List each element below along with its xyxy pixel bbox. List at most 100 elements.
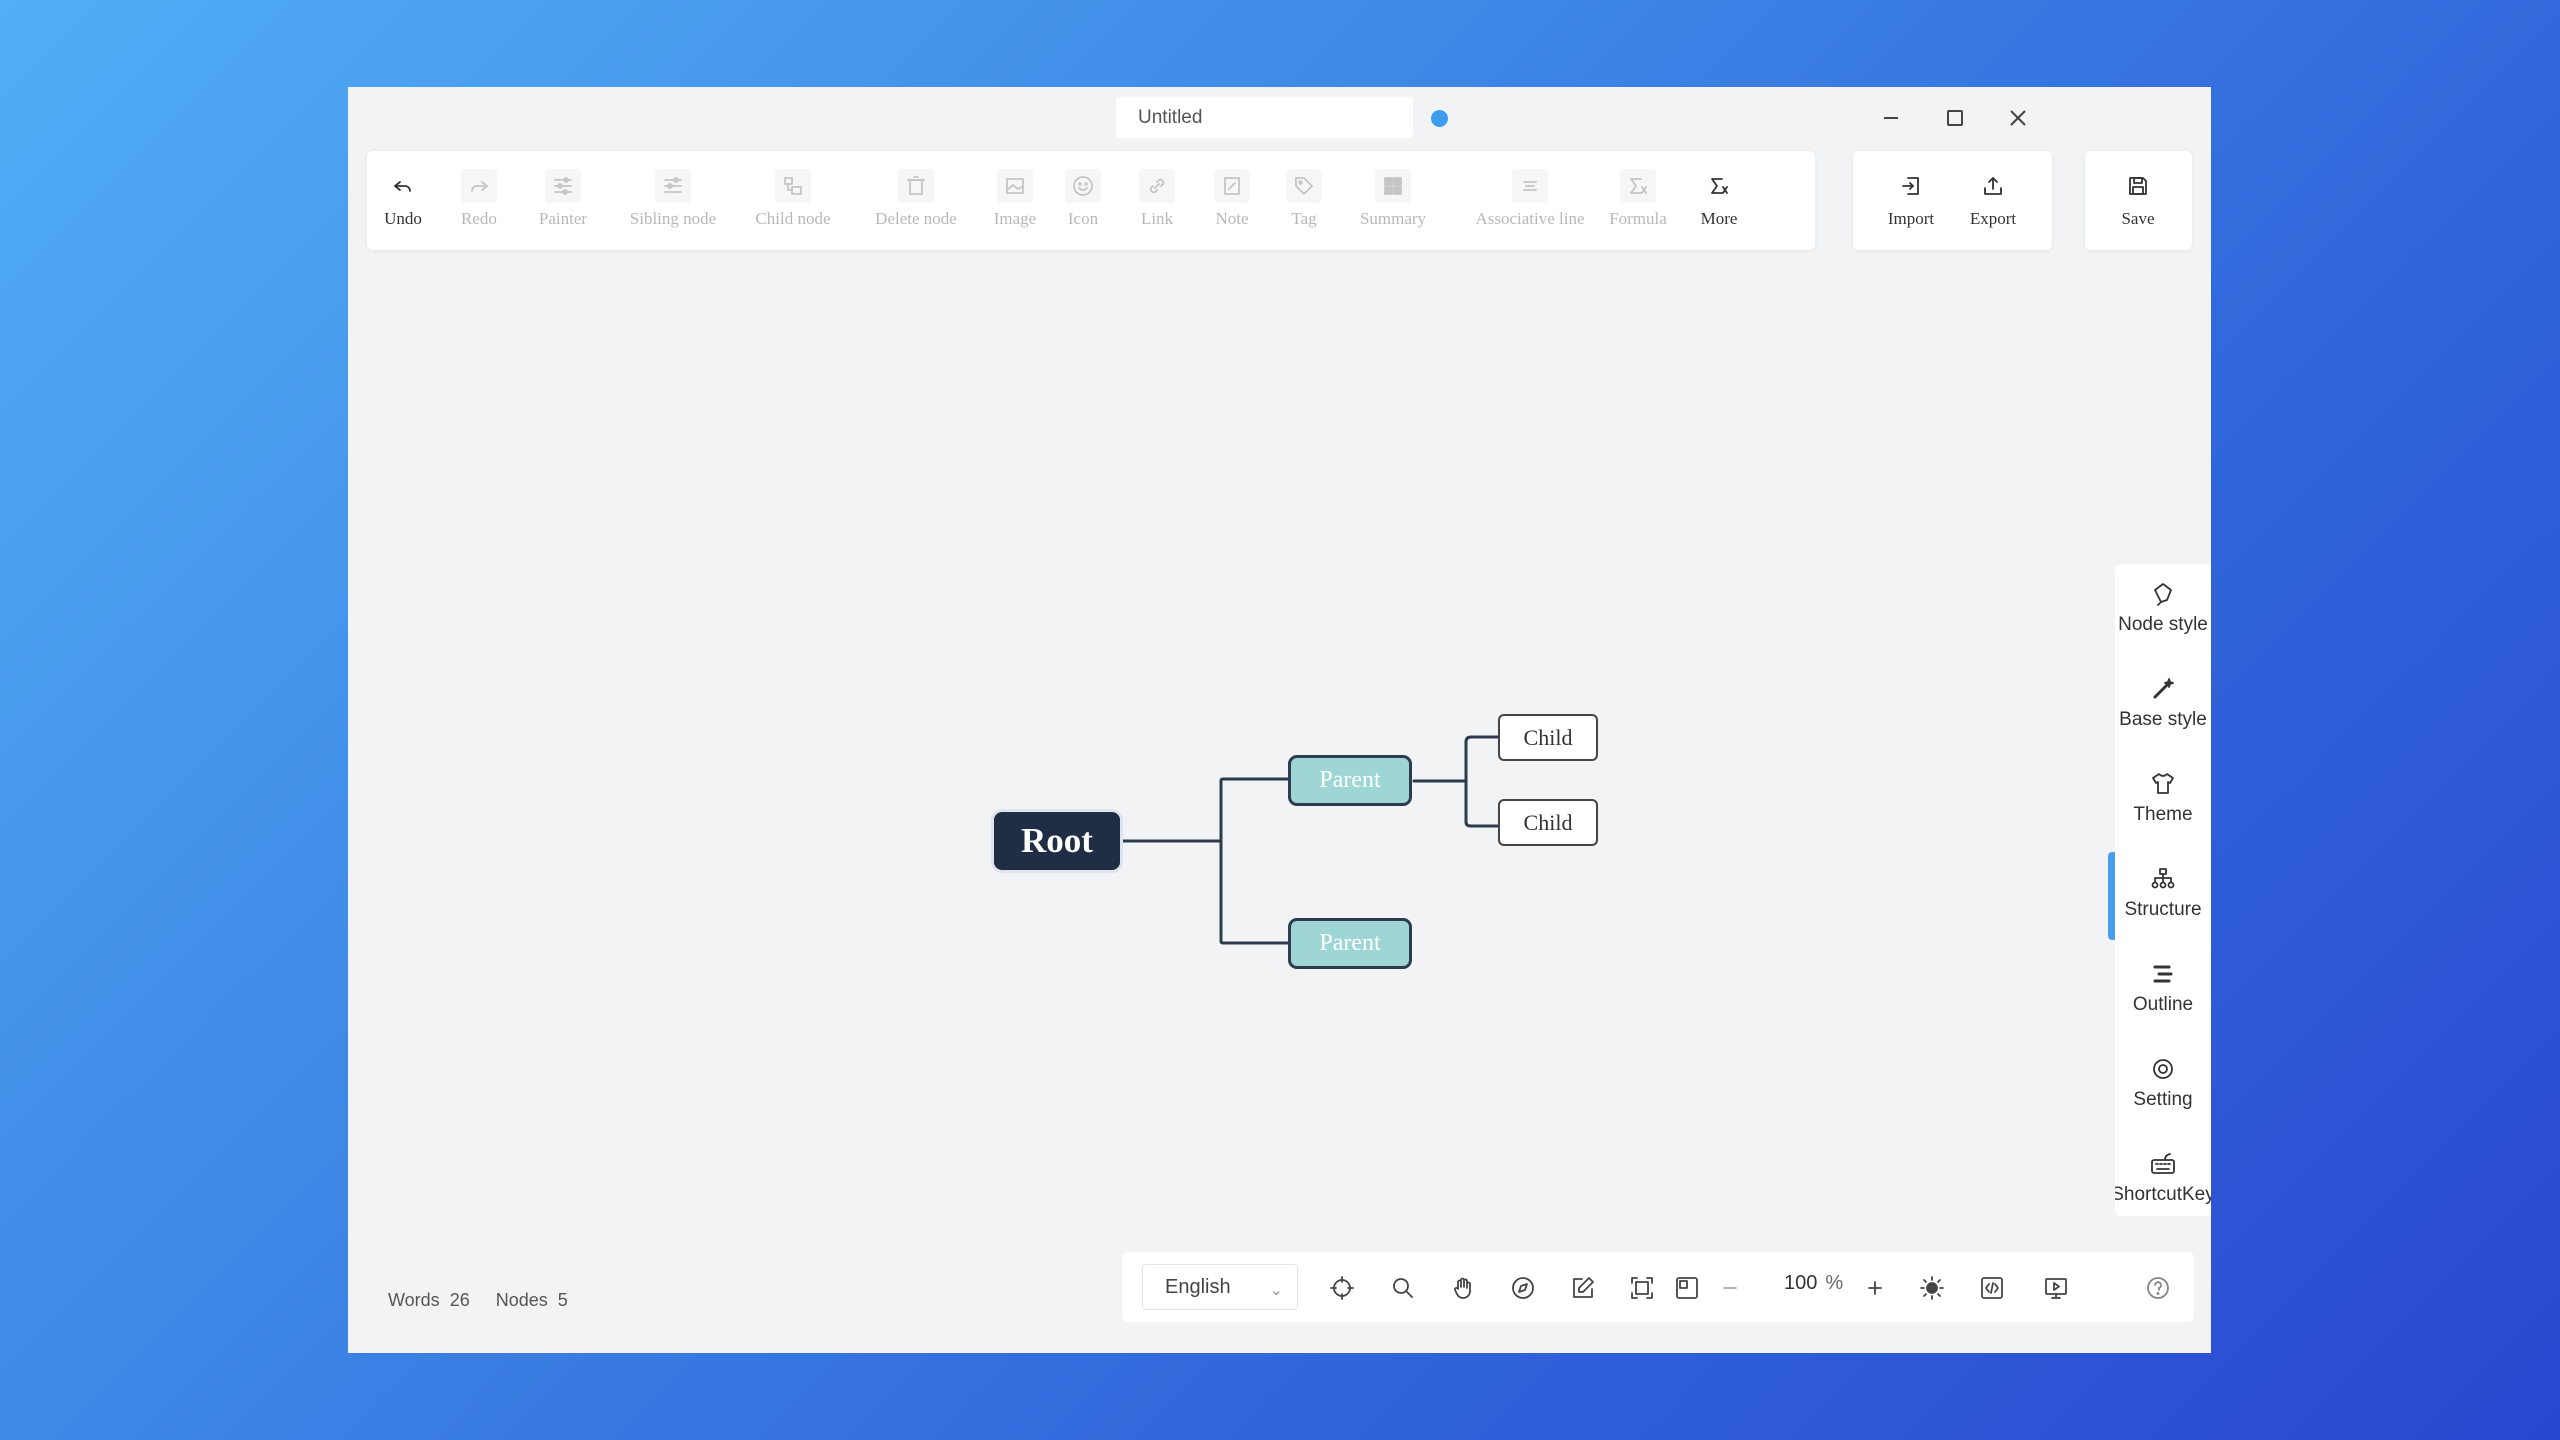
redo-label: Redo	[461, 209, 497, 228]
undo-icon	[394, 181, 411, 192]
link-button[interactable]: Link	[1137, 151, 1177, 250]
import-label: Import	[1887, 209, 1935, 228]
child-node-button[interactable]: Child node	[748, 151, 838, 250]
help-button[interactable]	[2144, 1274, 2172, 1302]
child-node[interactable]: Child	[1498, 714, 1598, 761]
zoom-in-button[interactable]	[1861, 1274, 1889, 1302]
right-sidebar: Node style Base style Theme Structure Ou…	[2115, 564, 2211, 1216]
fullscreen-button[interactable]	[1673, 1274, 1701, 1302]
root-node[interactable]: Root	[994, 812, 1120, 870]
sidebar-item-label: ShortcutKey	[2115, 1184, 2211, 1205]
word-count-value: 26	[449, 1289, 470, 1310]
child-node-label: Child node	[755, 209, 831, 228]
edit-icon	[1573, 1277, 1594, 1298]
code-icon	[1981, 1277, 2003, 1299]
fit-canvas-button[interactable]	[1628, 1274, 1656, 1302]
close-button[interactable]	[2000, 101, 2036, 135]
document-title-input[interactable]: Untitled	[1116, 97, 1413, 138]
undo-label: Undo	[384, 209, 422, 228]
delete-node-button[interactable]: Delete node	[866, 151, 966, 250]
source-code-button[interactable]	[1978, 1274, 2006, 1302]
child-node[interactable]: Child	[1498, 799, 1598, 846]
hand-icon	[1454, 1277, 1471, 1299]
associative-line-button[interactable]: Associative line	[1470, 151, 1590, 250]
undo-button[interactable]: Undo	[383, 151, 423, 250]
summary-button[interactable]: Summary	[1353, 151, 1433, 250]
icon-button[interactable]: Icon	[1063, 151, 1103, 250]
link-parent-child-2	[1464, 820, 1500, 828]
minus-icon	[1723, 1287, 1737, 1289]
maximize-button[interactable]	[1937, 101, 1973, 135]
sidebar-item-node-style[interactable]: Node style	[2115, 564, 2211, 659]
edit-mode-button[interactable]	[1569, 1274, 1597, 1302]
zoom-out-button[interactable]	[1716, 1274, 1744, 1302]
formula-button[interactable]: Formula	[1603, 151, 1673, 250]
parent-node[interactable]: Parent	[1288, 918, 1412, 969]
main-toolbar: Undo Redo Painter Sibling node Child nod…	[367, 151, 1815, 250]
word-count: Words 26	[378, 1284, 480, 1317]
active-panel-indicator	[2108, 852, 2115, 940]
trash-icon	[907, 176, 925, 195]
navigator-button[interactable]	[1509, 1274, 1537, 1302]
bottom-toolbar: English ⌄ 100%	[1122, 1252, 2194, 1322]
presentation-button[interactable]	[2042, 1274, 2070, 1302]
language-value: English	[1165, 1276, 1231, 1298]
plus-icon	[1868, 1281, 1882, 1295]
app-window: Untitled Undo Redo Painter Sibling node …	[348, 87, 2211, 1353]
more-label: More	[1700, 209, 1738, 228]
sidebar-item-outline[interactable]: Outline	[2115, 944, 2211, 1039]
import-button[interactable]: Import	[1881, 151, 1941, 250]
formula-more-icon	[1711, 178, 1728, 194]
fit-screen-icon	[1631, 1277, 1653, 1299]
search-button[interactable]	[1389, 1274, 1417, 1302]
image-label: Image	[993, 209, 1037, 228]
word-count-label: Words	[388, 1289, 440, 1310]
summary-label: Summary	[1359, 209, 1427, 228]
outline-icon	[2153, 965, 2173, 983]
dark-mode-button[interactable]	[1918, 1274, 1946, 1302]
more-button[interactable]: More	[1689, 151, 1749, 250]
save-toolbar: Save	[2085, 151, 2192, 250]
sidebar-item-label: Structure	[2124, 899, 2202, 920]
mindmap-canvas[interactable]: Root Parent Parent Child Child	[348, 252, 2108, 1272]
save-icon	[2129, 177, 2147, 195]
smiley-icon	[1073, 176, 1093, 196]
magic-wand-icon	[2153, 678, 2174, 699]
crosshair-icon	[1330, 1276, 1354, 1300]
import-export-toolbar: Import Export	[1853, 151, 2052, 250]
node-style-icon	[2154, 583, 2172, 606]
associative-line-label: Associative line	[1475, 209, 1585, 228]
save-button[interactable]: Save	[2108, 151, 2168, 250]
sibling-node-button[interactable]: Sibling node	[623, 151, 723, 250]
link-root-parent-1	[1219, 777, 1290, 783]
locate-root-button[interactable]	[1328, 1274, 1356, 1302]
formula-icon	[1630, 178, 1647, 194]
sidebar-item-shortcut-key[interactable]: ShortcutKey	[2115, 1134, 2211, 1216]
sidebar-item-label: Outline	[2132, 994, 2194, 1015]
sidebar-item-structure[interactable]: Structure	[2115, 849, 2211, 944]
parent-node[interactable]: Parent	[1288, 755, 1412, 806]
zoom-unit: %	[1825, 1272, 1844, 1294]
export-button[interactable]: Export	[1963, 151, 2023, 250]
drag-mode-button[interactable]	[1449, 1274, 1477, 1302]
node-count-label: Nodes	[495, 1289, 548, 1310]
summary-icon	[1384, 177, 1402, 195]
language-select[interactable]: English ⌄	[1142, 1264, 1298, 1310]
sidebar-item-theme[interactable]: Theme	[2115, 754, 2211, 849]
tag-button[interactable]: Tag	[1284, 151, 1324, 250]
redo-icon	[471, 181, 488, 192]
painter-button[interactable]: Painter	[533, 151, 593, 250]
note-button[interactable]: Note	[1212, 151, 1252, 250]
compass-icon	[1512, 1277, 1534, 1299]
image-button[interactable]: Image	[990, 151, 1040, 250]
unsaved-indicator	[1431, 110, 1448, 127]
redo-button[interactable]: Redo	[459, 151, 499, 250]
sidebar-item-setting[interactable]: Setting	[2115, 1039, 2211, 1134]
zoom-level: 100%	[1784, 1272, 1843, 1295]
search-icon	[1393, 1278, 1413, 1298]
tag-icon	[1295, 177, 1313, 195]
sidebar-item-base-style[interactable]: Base style	[2115, 659, 2211, 754]
note-icon	[1224, 177, 1240, 195]
minimize-button[interactable]	[1873, 101, 1909, 135]
keyboard-icon	[2151, 1153, 2175, 1174]
